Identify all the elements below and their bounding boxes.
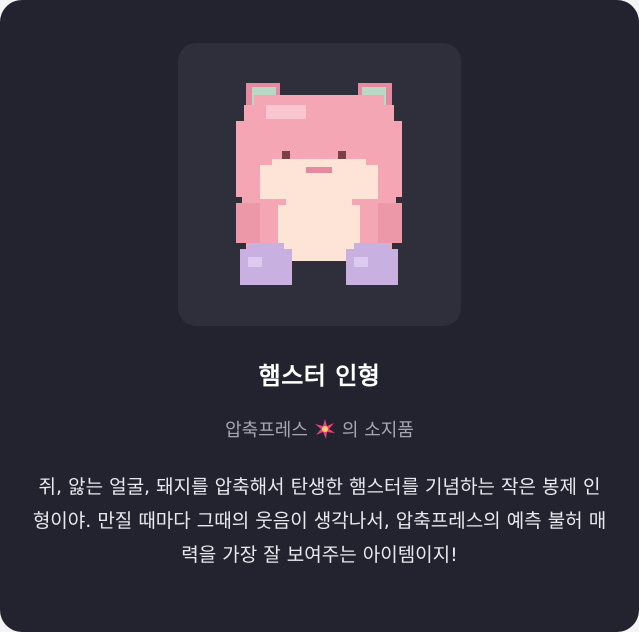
sparkle-icon [314,419,335,439]
item-title: 햄스터 인형 [258,362,381,390]
item-description: 쥐, 앓는 얼굴, 돼지를 압축해서 탄생한 햄스터를 기념하는 작은 봉제 인… [32,476,607,566]
owner-line: 압축프레스 의 소지품 [0,416,639,442]
owner-suffix: 의 소지품 [341,420,414,441]
hamster-plush-image [236,83,402,285]
owner-name: 압축프레스 [225,420,308,441]
item-image-frame [178,43,461,326]
item-card: 햄스터 인형 압축프레스 의 소지품 쥐, 앓는 얼굴, 돼지를 압축해서 탄생… [0,0,639,632]
